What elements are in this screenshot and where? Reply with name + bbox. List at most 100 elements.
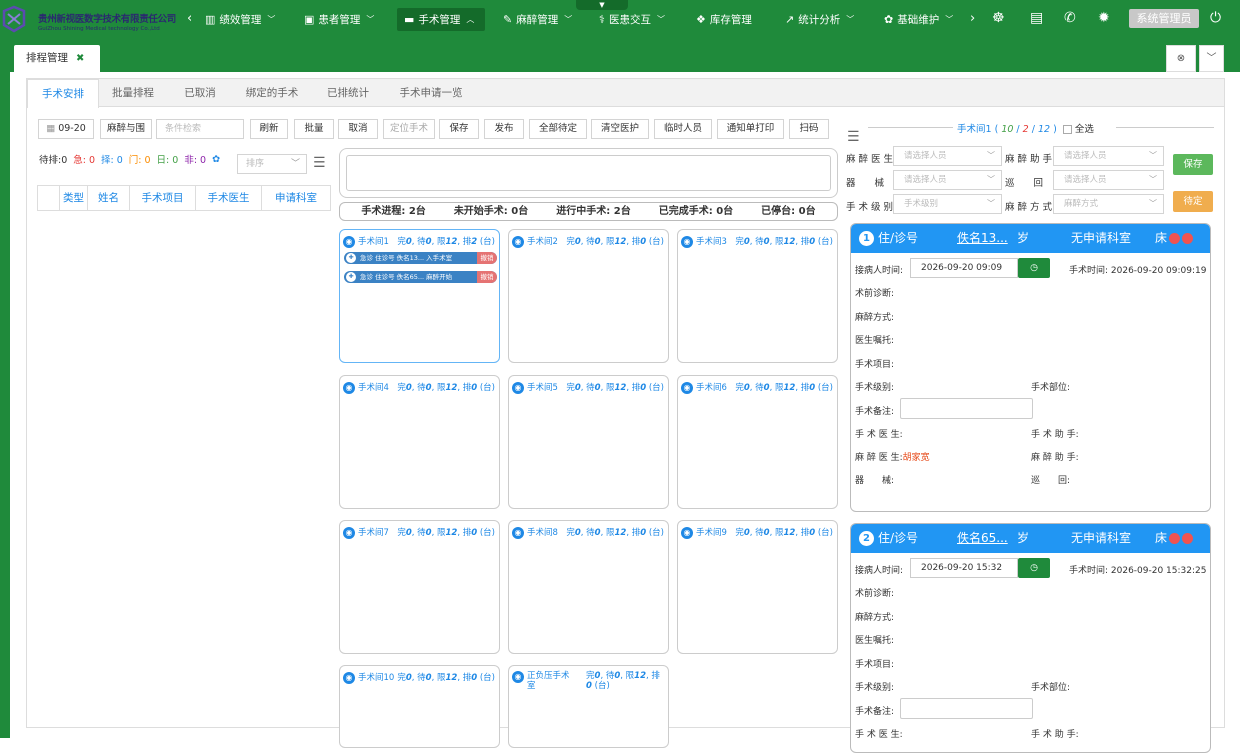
handshake-icon[interactable]: ☸ bbox=[992, 10, 1005, 26]
receive-time-input[interactable]: 2026-09-20 15:32 bbox=[910, 558, 1018, 578]
menu-icon[interactable]: ☰ bbox=[313, 155, 326, 171]
clear-staff-button[interactable]: 清空医护 bbox=[591, 119, 649, 139]
tab-application-list[interactable]: 手术申请一览 bbox=[385, 79, 477, 107]
room-icon: ◉ bbox=[512, 526, 524, 539]
list-menu-icon[interactable]: ☰ bbox=[847, 129, 860, 145]
tab-scheduled-stats[interactable]: 已排统计 bbox=[311, 79, 385, 107]
room-counts: 完0, 待0, 限12, 排0 (台) bbox=[586, 671, 660, 691]
room-card[interactable]: ◉ 手术间2 完0, 待0, 限12, 排0 (台) bbox=[508, 229, 669, 363]
chevron-down-icon: ﹀ bbox=[1149, 175, 1157, 184]
col-check[interactable] bbox=[38, 186, 60, 210]
save-button[interactable]: 保存 bbox=[439, 119, 479, 139]
cubes-icon: ❖ bbox=[696, 13, 706, 26]
room-card[interactable]: ◉ 手术间10 完0, 待0, 限12, 排0 (台) bbox=[339, 665, 500, 748]
room-card[interactable]: ◉ 手术间9 完0, 待0, 限12, 排0 (台) bbox=[677, 520, 838, 654]
power-icon[interactable]: ⏻ bbox=[1210, 10, 1221, 26]
surgery-pill[interactable]: ✚ 急诊 住诊号 佚名13... 入手术室 撤销 bbox=[344, 252, 497, 264]
patient-name-link[interactable]: 佚名13... bbox=[957, 224, 1008, 253]
settings-icon[interactable]: ✿ bbox=[212, 154, 220, 165]
all-pending-button[interactable]: 全部待定 bbox=[529, 119, 587, 139]
room-card[interactable]: ◉ 手术间4 完0, 待0, 限12, 排0 (台) bbox=[339, 375, 500, 509]
phone-icon[interactable]: ✆ bbox=[1064, 10, 1076, 26]
receive-time-input[interactable]: 2026-09-20 09:09 bbox=[910, 258, 1018, 278]
settings-gear-icon[interactable]: ✹ bbox=[1098, 10, 1110, 26]
room-counts: 完0, 待0, 限12, 排0 (台) bbox=[566, 383, 664, 393]
chevron-down-icon: ﹀ bbox=[267, 15, 276, 24]
room-card[interactable]: ◉ 手术间1 完0, 待0, 限12, 排2 (台) ✚ 急诊 住诊号 佚名13... … bbox=[339, 229, 500, 363]
scan-button[interactable]: 扫码 bbox=[789, 119, 829, 139]
batch-button[interactable]: 批量 bbox=[294, 119, 334, 139]
temp-staff-button[interactable]: 临时人员 bbox=[654, 119, 712, 139]
locate-surgery-button[interactable]: 定位手术 bbox=[383, 119, 435, 139]
method-select[interactable]: 麻醉方式 ﹀ bbox=[1053, 194, 1164, 214]
date-picker[interactable]: ▦ 09-20 bbox=[38, 119, 94, 139]
room-card[interactable]: ◉ 手术间6 完0, 待0, 限12, 排0 (台) bbox=[677, 375, 838, 509]
page-tab-schedule[interactable]: 排程管理 ✖ bbox=[14, 45, 100, 72]
expand-icon[interactable]: ✖ bbox=[76, 53, 84, 64]
room-icon: ◉ bbox=[512, 671, 524, 683]
print-notice-button[interactable]: 通知单打印 bbox=[717, 119, 784, 139]
anes-filter-button[interactable]: 麻醉与围 bbox=[100, 119, 152, 139]
patient-card[interactable]: 1 住/诊号 佚名13... 岁无申请科室床接病人时间: 2026-09-20 09:0… bbox=[850, 223, 1211, 512]
room-card[interactable]: ◉ 手术间5 完0, 待0, 限12, 排0 (台) bbox=[508, 375, 669, 509]
red-status-icon[interactable] bbox=[1169, 233, 1181, 244]
room-icon: ◉ bbox=[512, 235, 524, 248]
clock-icon[interactable]: ◷ bbox=[1018, 258, 1050, 278]
room-card[interactable]: ◉ 正负压手术室 完0, 待0, 限12, 排0 (台) bbox=[508, 665, 669, 748]
room-card[interactable]: ◉ 手术间7 完0, 待0, 限12, 排0 (台) bbox=[339, 520, 500, 654]
tab-surgery-arrange[interactable]: 手术安排 bbox=[27, 79, 99, 108]
publish-button[interactable]: 发布 bbox=[484, 119, 524, 139]
room-name: 手术间1 bbox=[358, 237, 389, 247]
anes-assistant-select[interactable]: 请选择人员 ﹀ bbox=[1053, 146, 1164, 166]
close-circle-icon[interactable] bbox=[1182, 233, 1194, 244]
circulating-select[interactable]: 请选择人员 ﹀ bbox=[1053, 170, 1164, 190]
revoke-button[interactable]: 撤销 bbox=[477, 271, 497, 283]
close-tabs-icon[interactable]: ⊗ bbox=[1166, 45, 1196, 72]
nav-item-statistics[interactable]: ↗ 统计分析 ﹀ bbox=[778, 8, 861, 31]
room-icon: ◉ bbox=[343, 671, 355, 684]
tabs-dropdown-icon[interactable]: ﹀ bbox=[1199, 45, 1224, 72]
room-counts: 完0, 待0, 限12, 排0 (台) bbox=[735, 528, 833, 538]
anes-doctor-select[interactable]: 请选择人员 ﹀ bbox=[893, 146, 1002, 166]
notes-textarea[interactable] bbox=[339, 148, 838, 198]
instrument-select[interactable]: 请选择人员 ﹀ bbox=[893, 170, 1002, 190]
memo-input[interactable] bbox=[900, 698, 1033, 719]
bed-icon: ▬ bbox=[404, 13, 415, 26]
user-menu[interactable]: 系统管理员 bbox=[1129, 9, 1199, 28]
room-icon: ◉ bbox=[681, 526, 693, 539]
room-counts: 完0, 待0, 限12, 排0 (台) bbox=[397, 673, 495, 683]
nav-next-icon[interactable]: › bbox=[970, 11, 975, 26]
nav-item-surgery[interactable]: ▬ 手术管理 ︿ bbox=[397, 8, 485, 31]
cancel-button[interactable]: 取消 bbox=[338, 119, 378, 139]
search-input[interactable]: 条件检索 bbox=[156, 119, 244, 139]
nav-item-anesthesia[interactable]: ✎ 麻醉管理 ﹀ bbox=[496, 8, 579, 31]
room-name: 手术间9 bbox=[696, 528, 727, 538]
pending-button[interactable]: 待定 bbox=[1173, 191, 1213, 212]
col-item: 手术项目 bbox=[130, 186, 196, 210]
document-icon[interactable]: ▤ bbox=[1030, 10, 1043, 26]
nav-item-interaction[interactable]: ⚕ 医患交互 ﹀ bbox=[592, 8, 672, 31]
refresh-button[interactable]: 刷新 bbox=[250, 119, 288, 139]
tab-cancelled[interactable]: 已取消 bbox=[167, 79, 233, 107]
tab-bound-surgery[interactable]: 绑定的手术 bbox=[233, 79, 311, 107]
memo-input[interactable] bbox=[900, 398, 1033, 419]
nav-prev-icon[interactable]: ‹ bbox=[187, 11, 192, 26]
level-select[interactable]: 手术级别 ﹀ bbox=[893, 194, 1002, 214]
red-status-icon[interactable] bbox=[1169, 533, 1181, 544]
nav-item-patients[interactable]: ▣ 患者管理 ﹀ bbox=[297, 8, 381, 31]
close-circle-icon[interactable] bbox=[1182, 533, 1194, 544]
nav-item-maintenance[interactable]: ✿ 基础维护 ﹀ bbox=[877, 8, 960, 31]
nav-item-inventory[interactable]: ❖ 库存管理 bbox=[689, 8, 759, 31]
room-card[interactable]: ◉ 手术间8 完0, 待0, 限12, 排0 (台) bbox=[508, 520, 669, 654]
save-staff-button[interactable]: 保存 bbox=[1173, 154, 1213, 175]
patient-card[interactable]: 2 住/诊号 佚名65... 岁无申请科室床接病人时间: 2026-09-20 15:3… bbox=[850, 523, 1211, 753]
surgery-pill[interactable]: ✚ 急诊 住诊号 佚名65... 麻醉开始 撤销 bbox=[344, 271, 497, 283]
nav-item-performance[interactable]: ▥ 绩效管理 ﹀ bbox=[198, 8, 282, 31]
clock-icon[interactable]: ◷ bbox=[1018, 558, 1050, 578]
patient-name-link[interactable]: 佚名65... bbox=[957, 524, 1008, 553]
room-card[interactable]: ◉ 手术间3 完0, 待0, 限12, 排0 (台) bbox=[677, 229, 838, 363]
revoke-button[interactable]: 撤销 bbox=[477, 252, 497, 264]
select-all-checkbox[interactable] bbox=[1062, 125, 1072, 134]
sort-select[interactable]: 排序 ﹀ bbox=[237, 154, 307, 174]
tab-batch-schedule[interactable]: 批量排程 bbox=[99, 79, 167, 107]
